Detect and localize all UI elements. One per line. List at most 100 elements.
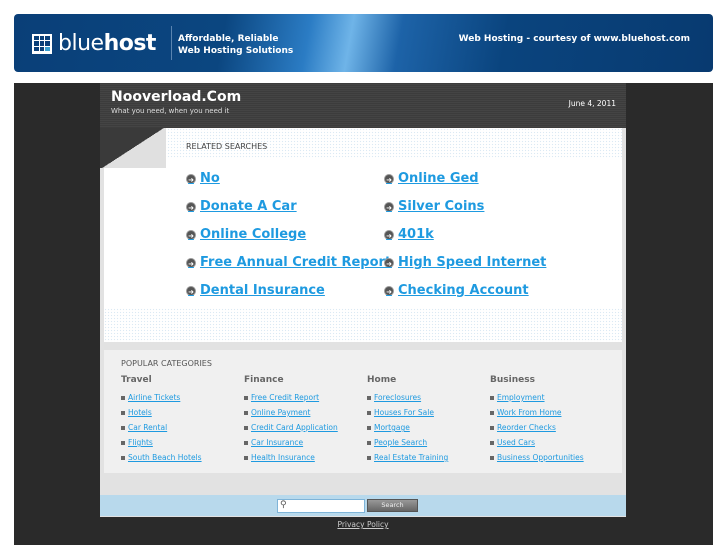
arrow-circle-icon: ➜ (384, 257, 394, 268)
category-link[interactable]: Employment (490, 390, 584, 405)
category-link-label: Free Credit Report (251, 393, 320, 402)
site-subtitle: What you need, when you need it (111, 107, 230, 115)
category-link-label: Mortgage (374, 423, 410, 432)
arrow-circle-icon: ➜ (186, 201, 196, 212)
category-link-label: Used Cars (497, 438, 535, 447)
category-column: Finance Free Credit Report Online Payment C… (244, 375, 338, 465)
site-header: Nooverload.Com What you need, when you n… (100, 83, 626, 128)
search-input[interactable]: ⚲ (277, 499, 365, 513)
popular-categories: POPULAR CATEGORIES Travel Airline Tickets… (104, 350, 622, 473)
bullet-icon (490, 455, 494, 460)
search-bar: ⚲ Search (100, 495, 626, 516)
bluehost-logo: bluehost (32, 31, 156, 56)
category-link[interactable]: Airline Tickets (121, 390, 202, 405)
category-link-label: Hotels (128, 408, 152, 417)
related-link[interactable]: ➜ Dental Insurance (186, 283, 325, 298)
category-link[interactable]: Houses For Sale (367, 405, 448, 420)
date: June 4, 2011 (568, 99, 616, 108)
bullet-icon (244, 425, 248, 430)
related-link-label: Online Ged (398, 171, 479, 186)
arrow-circle-icon: ➜ (186, 257, 196, 268)
bullet-icon (121, 440, 125, 445)
category-link-label: Airline Tickets (128, 393, 181, 402)
magnifier-icon: ⚲ (280, 500, 287, 510)
category-link[interactable]: Business Opportunities (490, 450, 584, 465)
related-link-label: Silver Coins (398, 199, 485, 214)
category-heading: Finance (244, 375, 284, 385)
category-link[interactable]: Online Payment (244, 405, 338, 420)
arrow-circle-icon: ➜ (186, 285, 196, 296)
category-column: Home Foreclosures Houses For Sale Mortgage P… (367, 375, 448, 465)
related-link[interactable]: ➜ Online College (186, 227, 306, 242)
search-button[interactable]: Search (367, 499, 418, 512)
page-background: Nooverload.Com What you need, when you n… (14, 83, 713, 545)
popular-title: POPULAR CATEGORIES (121, 359, 212, 368)
related-link[interactable]: ➜ Online Ged (384, 171, 479, 186)
page-fold-corner (100, 128, 166, 168)
category-link[interactable]: Health Insurance (244, 450, 338, 465)
category-heading: Business (490, 375, 535, 385)
category-link[interactable]: Free Credit Report (244, 390, 338, 405)
category-link[interactable]: South Beach Hotels (121, 450, 202, 465)
category-link[interactable]: Credit Card Application (244, 420, 338, 435)
bullet-icon (490, 410, 494, 415)
related-link-label: Online College (200, 227, 307, 242)
related-title: RELATED SEARCHES (186, 142, 268, 151)
category-link-label: South Beach Hotels (128, 453, 202, 462)
category-link[interactable]: People Search (367, 435, 448, 450)
privacy-policy-link[interactable]: Privacy Policy (100, 520, 626, 529)
bullet-icon (490, 425, 494, 430)
banner-courtesy: Web Hosting - courtesy of www.bluehost.c… (458, 34, 690, 44)
arrow-circle-icon: ➜ (186, 229, 196, 240)
category-link-label: Employment (497, 393, 545, 402)
category-link-label: Foreclosures (374, 393, 422, 402)
bullet-icon (244, 395, 248, 400)
category-link[interactable]: Work From Home (490, 405, 584, 420)
related-link[interactable]: ➜ Free Annual Credit Report (186, 255, 391, 270)
category-link[interactable]: Car Insurance (244, 435, 338, 450)
bluehost-banner[interactable]: bluehost Affordable, Reliable Web Hosting… (14, 14, 713, 72)
logo-text-light: blue (58, 31, 104, 56)
arrow-circle-icon: ➜ (384, 285, 394, 296)
category-link-label: Flights (128, 438, 153, 447)
category-heading: Home (367, 375, 397, 385)
category-column: Travel Airline Tickets Hotels Car Rental Fli… (121, 375, 202, 465)
related-link[interactable]: ➜ High Speed Internet (384, 255, 546, 270)
arrow-circle-icon: ➜ (186, 173, 196, 184)
related-link[interactable]: ➜ 401k (384, 227, 434, 242)
bullet-icon (367, 440, 371, 445)
parked-page: Nooverload.Com What you need, when you n… (100, 83, 626, 529)
category-link-label: Online Payment (251, 408, 311, 417)
category-link-label: Health Insurance (251, 453, 315, 462)
tagline-line-1: Affordable, Reliable (178, 34, 279, 44)
category-link[interactable]: Car Rental (121, 420, 202, 435)
tagline-line-2: Web Hosting Solutions (178, 46, 294, 56)
related-link-label: Dental Insurance (200, 283, 325, 298)
related-link-label: Donate A Car (200, 199, 297, 214)
category-link[interactable]: Hotels (121, 405, 202, 420)
related-link[interactable]: ➜ No (186, 171, 220, 186)
category-column: Business Employment Work From Home Reorder … (490, 375, 584, 465)
category-heading: Travel (121, 375, 152, 385)
bullet-icon (490, 395, 494, 400)
related-link[interactable]: ➜ Checking Account (384, 283, 529, 298)
related-link-label: High Speed Internet (398, 255, 547, 270)
category-link[interactable]: Foreclosures (367, 390, 448, 405)
category-link-label: Reorder Checks (497, 423, 556, 432)
bullet-icon (367, 455, 371, 460)
category-link[interactable]: Mortgage (367, 420, 448, 435)
category-link[interactable]: Used Cars (490, 435, 584, 450)
category-link[interactable]: Reorder Checks (490, 420, 584, 435)
related-link[interactable]: ➜ Silver Coins (384, 199, 484, 214)
arrow-circle-icon: ➜ (384, 229, 394, 240)
category-link-label: Credit Card Application (251, 423, 338, 432)
category-link-label: People Search (374, 438, 428, 447)
category-link[interactable]: Flights (121, 435, 202, 450)
category-link-label: Houses For Sale (374, 408, 434, 417)
related-link-label: Checking Account (398, 283, 529, 298)
bullet-icon (121, 410, 125, 415)
related-link[interactable]: ➜ Donate A Car (186, 199, 297, 214)
category-link[interactable]: Real Estate Training (367, 450, 448, 465)
related-link-label: Free Annual Credit Report (200, 255, 392, 270)
logo-text-bold: host (103, 31, 157, 56)
